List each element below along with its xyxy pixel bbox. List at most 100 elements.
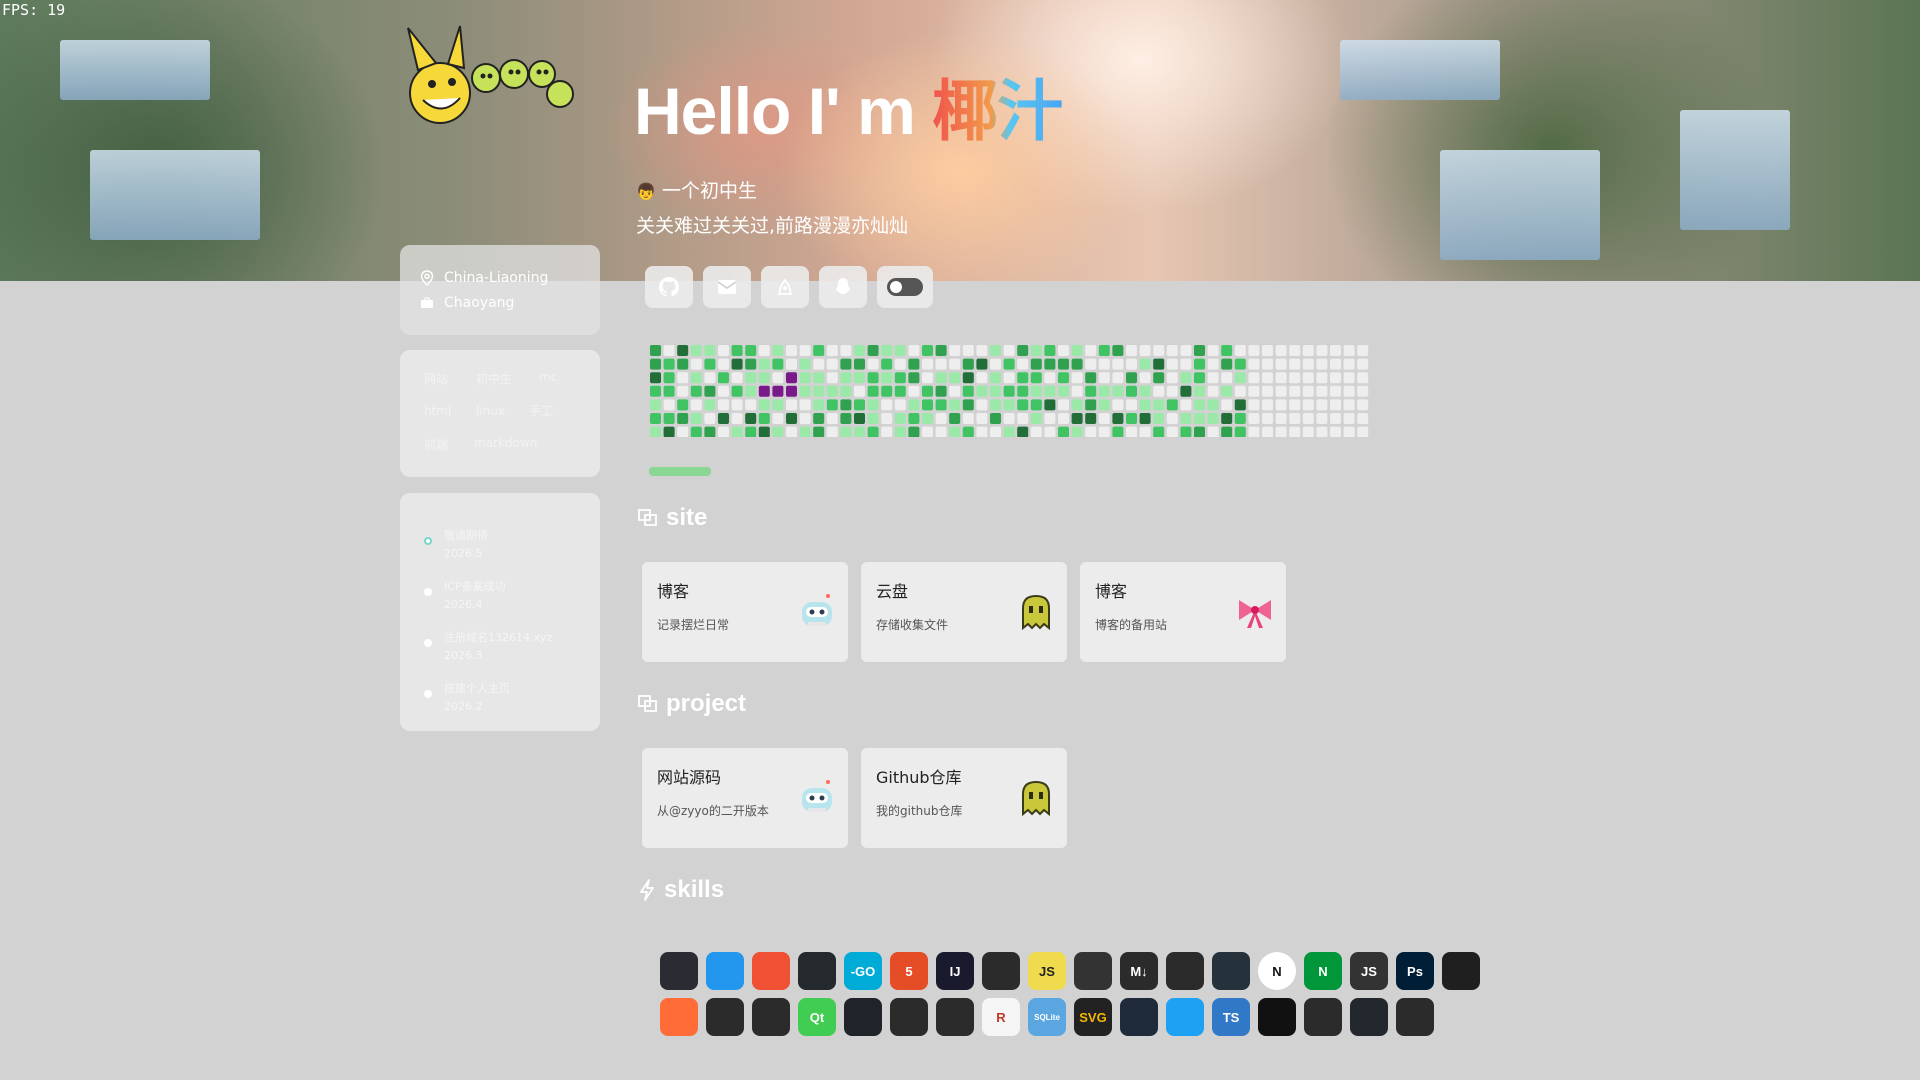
briefcase-icon xyxy=(421,296,433,308)
github-link[interactable] xyxy=(645,266,693,308)
contribution-cell xyxy=(949,426,961,437)
contribution-cell xyxy=(1302,372,1314,384)
contribution-cell xyxy=(1262,372,1273,384)
timeline-dot xyxy=(424,588,432,596)
contribution-cell xyxy=(854,372,865,384)
site-tile-blog[interactable]: 博客 记录摆烂日常 xyxy=(642,562,848,662)
site-tile-cloud[interactable]: 云盘 存储收集文件 xyxy=(861,562,1067,662)
contribution-cell xyxy=(1126,372,1137,384)
contribution-cell xyxy=(1221,345,1233,356)
email-link[interactable] xyxy=(703,266,751,308)
contribution-cell xyxy=(704,426,716,437)
contribution-cell xyxy=(1003,385,1015,397)
regex-icon xyxy=(936,998,974,1036)
contribution-cell xyxy=(1153,399,1165,411)
contribution-cell xyxy=(1343,385,1355,397)
contribution-cell xyxy=(813,358,825,370)
contribution-cell xyxy=(949,385,961,397)
location-region: China-Liaoning xyxy=(444,269,549,286)
netlify-icon xyxy=(1212,952,1250,990)
robot-icon xyxy=(802,594,832,626)
contribution-cell xyxy=(690,345,702,356)
sqlite-icon: SQLite xyxy=(1028,998,1066,1036)
contribution-cell xyxy=(1044,385,1056,397)
contribution-cell xyxy=(935,399,947,411)
timeline-dot xyxy=(424,537,432,545)
tag: html xyxy=(424,404,452,418)
contribution-cell xyxy=(1044,345,1056,356)
contribution-cell xyxy=(1153,426,1165,437)
javascript-icon: JS xyxy=(1028,952,1066,990)
contribution-cell xyxy=(1330,358,1341,370)
contribution-cell xyxy=(704,358,716,370)
contribution-cell xyxy=(745,358,757,370)
contribution-cell xyxy=(663,426,675,437)
boy-icon: 👦 xyxy=(636,182,656,201)
location-city: Chaoyang xyxy=(444,294,515,311)
contribution-cell xyxy=(1139,358,1151,370)
contribution-cell xyxy=(1058,426,1069,437)
contribution-cell xyxy=(1343,399,1355,411)
ribbon-icon xyxy=(1239,600,1271,628)
contribution-cell xyxy=(745,399,757,411)
contribution-cell xyxy=(935,426,947,437)
section-skills-label: skills xyxy=(664,876,725,903)
qq-link[interactable] xyxy=(819,266,867,308)
contribution-cell xyxy=(758,358,770,370)
contribution-cell xyxy=(1302,385,1314,397)
contribution-cell xyxy=(1343,426,1355,437)
project-tile-source[interactable]: 网站源码 从@zyyo的二开版本 xyxy=(642,748,848,848)
contribution-cell xyxy=(758,426,770,437)
contribution-cell xyxy=(1180,358,1192,370)
contribution-cell xyxy=(840,358,852,370)
theme-toggle[interactable] xyxy=(877,266,933,308)
contribution-cell xyxy=(663,358,675,370)
contribution-cell xyxy=(867,358,879,370)
site-tile-blog-backup[interactable]: 博客 博客的备用站 xyxy=(1080,562,1286,662)
contribution-cell xyxy=(786,358,797,370)
contribution-cell xyxy=(949,413,961,424)
contribution-cell xyxy=(840,413,852,424)
contribution-cell xyxy=(786,372,797,384)
contribution-cell xyxy=(745,372,757,384)
skills-grid: -GO 5 IJ JS M↓ N N JS Ps Qt R SQLite SVG TS xyxy=(660,952,1500,1044)
contribution-cell xyxy=(881,372,893,384)
contribution-cell xyxy=(1316,413,1328,424)
contribution-cell xyxy=(1262,385,1273,397)
contribution-cell xyxy=(881,426,893,437)
contribution-cell xyxy=(1207,426,1219,437)
contribution-cell xyxy=(840,385,852,397)
contribution-cell xyxy=(1289,358,1301,370)
blog-link[interactable] xyxy=(761,266,809,308)
contribution-cell xyxy=(1071,358,1083,370)
go-icon: -GO xyxy=(844,952,882,990)
contribution-cell xyxy=(935,372,947,384)
contribution-cell xyxy=(1275,413,1287,424)
contribution-cell xyxy=(1085,426,1097,437)
contribution-cell xyxy=(1058,399,1069,411)
contribution-cell xyxy=(1262,426,1273,437)
contribution-cell xyxy=(1139,426,1151,437)
contribution-cell xyxy=(731,399,743,411)
contribution-cell xyxy=(1248,345,1260,356)
contribution-cell xyxy=(976,385,988,397)
contribution-cell xyxy=(1044,426,1056,437)
github-icon xyxy=(659,277,679,297)
contribution-cell xyxy=(1085,385,1097,397)
typescript-icon: TS xyxy=(1212,998,1250,1036)
skills-row: -GO 5 IJ JS M↓ N N JS Ps xyxy=(660,952,1500,990)
contribution-cell xyxy=(990,358,1001,370)
contribution-cell xyxy=(1248,399,1260,411)
contribution-scrollbar[interactable] xyxy=(649,467,711,476)
contribution-cell xyxy=(1030,345,1042,356)
contribution-cell xyxy=(840,399,852,411)
contribution-cell xyxy=(813,385,825,397)
contribution-cell xyxy=(1153,358,1165,370)
project-tile-github[interactable]: Github仓库 我的github仓库 xyxy=(861,748,1067,848)
timeline-dot xyxy=(424,639,432,647)
contribution-cell xyxy=(650,399,661,411)
contribution-cell xyxy=(1275,399,1287,411)
contribution-cell xyxy=(663,413,675,424)
contribution-cell xyxy=(1166,426,1178,437)
contribution-cell xyxy=(935,358,947,370)
